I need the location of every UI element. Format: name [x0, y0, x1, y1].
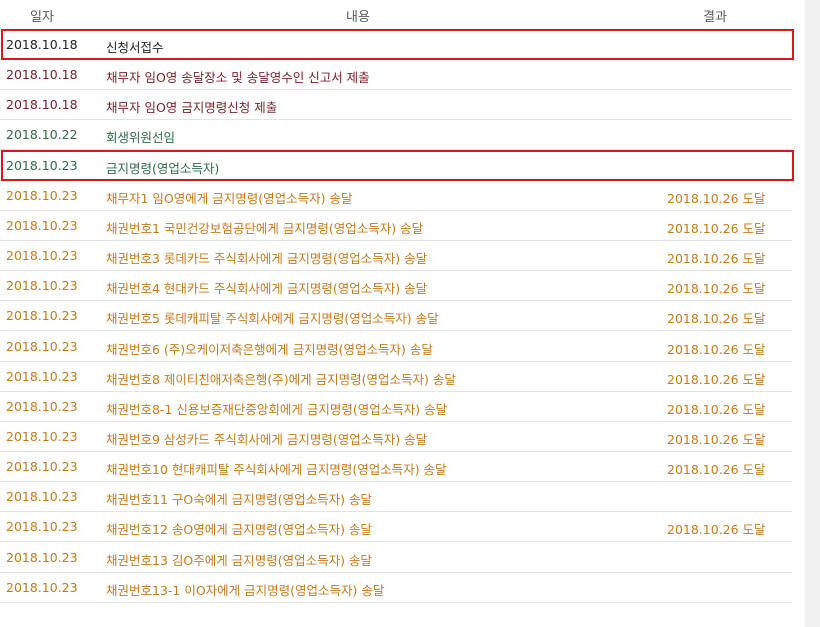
- row-result: 2018.10.26 도달: [667, 281, 766, 297]
- row-result: 2018.10.26 도달: [667, 522, 766, 538]
- row-date: 2018.10.23: [6, 338, 78, 354]
- row-content: 채권번호1 국민건강보험공단에게 금지명령(영업소득자) 송달: [106, 220, 424, 236]
- table-row: 2018.10.23 채권번호13 김O주에게 금지명령(영업소득자) 송달: [0, 543, 792, 573]
- table-row: 2018.10.23 채권번호8-1 신용보증재단중앙회에게 금지명령(영업소득자…: [0, 392, 792, 422]
- row-date: 2018.10.22: [6, 127, 78, 143]
- row-content: 금지명령(영업소득자): [106, 160, 220, 176]
- table-row: 2018.10.23 채권번호1 국민건강보험공단에게 금지명령(영업소득자) 송…: [0, 211, 792, 241]
- table-row: 2018.10.18 채무자 임O영 금지명령신청 제출: [0, 90, 792, 121]
- row-date: 2018.10.23: [6, 398, 78, 414]
- header-result: 결과: [703, 10, 727, 25]
- row-content: 채권번호13 김O주에게 금지명령(영업소득자) 송달: [106, 552, 372, 568]
- row-result: 2018.10.26 도달: [667, 462, 766, 478]
- case-progress-table: 일자 내용 결과 2018.10.18 신청서접수 2018.10.18 채무자 임O…: [0, 0, 794, 627]
- row-result: 2018.10.26 도달: [667, 341, 766, 357]
- row-result: 2018.10.26 도달: [667, 190, 766, 206]
- table-row: 2018.10.22 회생위원선임: [0, 120, 792, 151]
- row-content: 채권번호3 롯데카드 주식회사에게 금지명령(영업소득자) 송달: [106, 251, 428, 267]
- row-date: 2018.10.23: [6, 368, 78, 384]
- table-row: 2018.10.23 채권번호5 롯데캐피탈 주식회사에게 금지명령(영업소득자)…: [0, 301, 792, 332]
- table-row: 2018.10.23 금지명령(영업소득자): [0, 149, 794, 181]
- row-result: 2018.10.26 도달: [667, 311, 766, 327]
- row-content: 채권번호11 구O숙에게 금지명령(영업소득자) 송달: [106, 492, 372, 508]
- row-date: 2018.10.23: [6, 217, 78, 233]
- table-row: 2018.10.23 채권번호3 롯데카드 주식회사에게 금지명령(영업소득자) …: [0, 241, 792, 272]
- table-row: 2018.10.23 채권번호12 송O영에게 금지명령(영업소득자) 송달 201…: [0, 512, 792, 543]
- row-content: 채권번호6 (주)오케이저축은행에게 금지명령(영업소득자) 송달: [106, 341, 433, 357]
- row-result: 2018.10.26 도달: [667, 220, 766, 236]
- table-row: 2018.10.18 채무자 임O영 송달장소 및 송달영수인 신고서 제출: [0, 60, 792, 91]
- row-content: 채권번호12 송O영에게 금지명령(영업소득자) 송달: [106, 522, 372, 538]
- row-content: 신청서접수: [106, 40, 164, 55]
- row-date: 2018.10.18: [6, 97, 78, 113]
- table-row: 2018.10.23 채권번호11 구O숙에게 금지명령(영업소득자) 송달: [0, 482, 792, 513]
- row-result: 2018.10.26 도달: [667, 371, 766, 387]
- row-content: 채권번호4 현대카드 주식회사에게 금지명령(영업소득자) 송달: [106, 281, 428, 297]
- row-date: 2018.10.23: [6, 489, 78, 505]
- row-content: 회생위원선임: [106, 130, 176, 146]
- row-content: 채무자 임O영 금지명령신청 제출: [106, 100, 278, 116]
- row-content: 채권번호8-1 신용보증재단중앙회에게 금지명령(영업소득자) 송달: [106, 401, 448, 417]
- table-row: 2018.10.23 채무자1 임O영에게 금지명령(영업소득자) 송달 2018.…: [0, 181, 792, 211]
- row-result: 2018.10.26 도달: [667, 251, 766, 267]
- row-date: 2018.10.23: [6, 459, 78, 475]
- row-content: 채권번호5 롯데캐피탈 주식회사에게 금지명령(영업소득자) 송달: [106, 311, 439, 327]
- table-row: 2018.10.23 채권번호9 삼성카드 주식회사에게 금지명령(영업소득자) …: [0, 422, 792, 452]
- table-row: 2018.10.18 신청서접수: [0, 29, 794, 60]
- row-result: 2018.10.26 도달: [667, 401, 766, 417]
- row-date: 2018.10.23: [6, 519, 78, 535]
- header-content: 내용: [346, 10, 370, 25]
- table-row: 2018.10.23 채권번호4 현대카드 주식회사에게 금지명령(영업소득자) …: [0, 271, 792, 302]
- row-content: 채무자1 임O영에게 금지명령(영업소득자) 송달: [106, 190, 353, 206]
- table-row: 2018.10.23 채권번호10 현대캐피탈 주식회사에게 금지명령(영업소득자…: [0, 452, 792, 483]
- row-content: 채권번호8 제이티친애저축은행(주)에게 금지명령(영업소득자) 송달: [106, 371, 456, 387]
- row-date: 2018.10.18: [6, 67, 78, 83]
- table-row: 2018.10.23 채권번호13-1 이O자에게 금지명령(영업소득자) 송달: [0, 573, 792, 603]
- row-date: 2018.10.23: [6, 579, 78, 595]
- row-date: 2018.10.23: [6, 248, 78, 264]
- row-content: 채권번호9 삼성카드 주식회사에게 금지명령(영업소득자) 송달: [106, 431, 428, 447]
- table-header: 일자 내용 결과: [0, 0, 792, 31]
- row-date: 2018.10.23: [6, 549, 78, 565]
- row-date: 2018.10.23: [6, 157, 78, 173]
- row-date: 2018.10.23: [6, 428, 78, 444]
- row-result: 2018.10.26 도달: [667, 431, 766, 447]
- row-content: 채권번호10 현대캐피탈 주식회사에게 금지명령(영업소득자) 송달: [106, 462, 447, 478]
- vertical-scrollbar[interactable]: [805, 0, 820, 627]
- row-date: 2018.10.23: [6, 308, 78, 324]
- row-date: 2018.10.23: [6, 278, 78, 294]
- table-row: 2018.10.23 채권번호8 제이티친애저축은행(주)에게 금지명령(영업소득…: [0, 362, 792, 392]
- row-content: 채무자 임O영 송달장소 및 송달영수인 신고서 제출: [106, 70, 370, 86]
- header-date: 일자: [30, 10, 54, 25]
- row-date: 2018.10.18: [6, 37, 78, 52]
- row-date: 2018.10.23: [6, 187, 78, 203]
- row-content: 채권번호13-1 이O자에게 금지명령(영업소득자) 송달: [106, 582, 385, 598]
- table-row: 2018.10.23 채권번호6 (주)오케이저축은행에게 금지명령(영업소득자)…: [0, 332, 792, 362]
